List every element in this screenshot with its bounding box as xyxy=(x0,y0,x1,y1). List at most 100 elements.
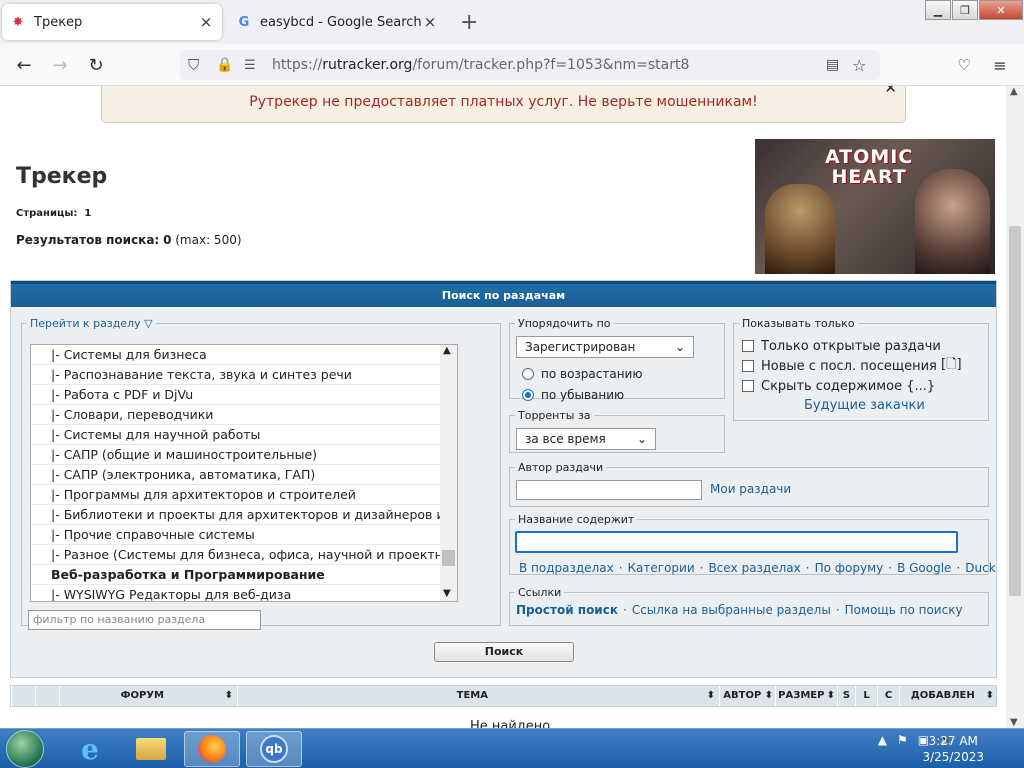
ad-banner[interactable]: ATOMIC HEART xyxy=(755,139,995,274)
empty-results-text: Не найдено xyxy=(470,719,551,728)
pages-info: Страницы: 1 xyxy=(16,208,92,219)
scrollbar-thumb[interactable] xyxy=(442,550,455,566)
sort-select[interactable]: Зарегистрирован ⌄ xyxy=(516,336,694,358)
start-button[interactable] xyxy=(6,730,44,768)
forward-icon[interactable]: → xyxy=(48,53,72,77)
scope-categories-link[interactable]: Категории xyxy=(628,561,695,575)
action-center-flag-icon[interactable]: ⚑ xyxy=(897,733,908,747)
new-since-checkbox[interactable]: Новые с посл. посещения [🗋] xyxy=(742,356,962,376)
forum-list-item[interactable]: |- Распознавание текста, звука и синтез … xyxy=(31,365,457,385)
internet-explorer-icon[interactable]: e xyxy=(62,731,118,767)
url-text[interactable]: https://rutracker.org/forum/tracker.php?… xyxy=(272,57,689,73)
col-size[interactable]: РАЗМЕР ⬍ xyxy=(775,686,837,706)
firefox-icon[interactable] xyxy=(184,731,240,767)
forum-list-item[interactable]: |- Прочие справочные системы xyxy=(31,525,457,545)
hide-content-checkbox[interactable]: Скрыть содержимое {...} xyxy=(742,376,935,396)
period-legend: Торренты за xyxy=(518,409,591,422)
forum-list-item[interactable]: |- Системы для бизнеса xyxy=(31,345,457,365)
close-window-icon[interactable]: ✕ xyxy=(979,0,1023,20)
author-input[interactable] xyxy=(516,480,702,500)
banner-figure-left xyxy=(765,184,835,274)
col-author[interactable]: АВТОР ⬍ xyxy=(719,686,775,706)
forum-list[interactable]: |- Системы для бизнеса |- Распознавание т… xyxy=(30,344,458,602)
sort-desc-radio[interactable]: по убыванию xyxy=(522,385,624,405)
forum-list-item[interactable]: |- САПР (общие и машиностроительные) xyxy=(31,445,457,465)
scope-all-sections-link[interactable]: Всех разделах xyxy=(708,561,800,575)
close-tab-icon[interactable]: × xyxy=(422,13,438,31)
minimize-icon[interactable]: ▁ xyxy=(925,0,951,20)
navigation-bar: ← → ↻ ⛉ 🔒 ☰ https://rutracker.org/forum/… xyxy=(0,44,1024,86)
close-tab-icon[interactable]: × xyxy=(198,13,214,31)
chevron-down-icon: ⌄ xyxy=(674,340,685,354)
scroll-up-icon[interactable]: ▲ xyxy=(443,345,451,356)
sort-legend: Упорядочить по xyxy=(518,317,611,330)
lock-icon[interactable]: 🔒 xyxy=(216,57,233,73)
forum-list-item[interactable]: |- САПР (электроника, автоматика, ГАП) xyxy=(31,465,457,485)
future-downloads-link[interactable]: Будущие закачки xyxy=(804,398,925,413)
col-seeders[interactable]: S xyxy=(837,686,855,706)
forum-list-item[interactable]: |- Разное (Системы для бизнеса, офиса, н… xyxy=(31,545,457,565)
forum-list-item[interactable]: |- Словари, переводчики xyxy=(31,405,457,425)
my-releases-link[interactable]: Мои раздачи xyxy=(710,482,791,496)
page-scrollbar-thumb[interactable] xyxy=(1009,226,1021,596)
title-search-input[interactable] xyxy=(515,531,958,553)
shield-icon[interactable]: ⛉ xyxy=(188,56,199,74)
scroll-up-icon[interactable]: ▲ xyxy=(1010,86,1018,97)
forum-category[interactable]: Веб-разработка и Программирование xyxy=(31,565,457,585)
title-fieldset: Название содержит В подразделах · Категори… xyxy=(509,513,996,575)
links-fieldset: Ссылки Простой поиск · Ссылка на выбранные… xyxy=(509,586,989,626)
rutracker-favicon-icon: ✸ xyxy=(12,14,24,30)
period-select[interactable]: за все время ⌄ xyxy=(516,428,656,450)
col-topic[interactable]: ТЕМА ⬍ xyxy=(237,686,719,706)
scope-subsections-link[interactable]: В подразделах xyxy=(519,561,614,575)
reader-view-icon[interactable]: ▤ xyxy=(826,57,839,73)
close-icon[interactable]: ✕ xyxy=(884,86,897,97)
bookmark-star-icon[interactable]: ☆ xyxy=(852,56,866,75)
forum-list-item[interactable]: |- Работа с PDF и DjVu xyxy=(31,385,457,405)
permissions-icon[interactable]: ☰ xyxy=(244,58,256,73)
simple-search-link[interactable]: Простой поиск xyxy=(516,603,618,617)
forum-list-item[interactable]: |- Библиотеки и проекты для архитекторов… xyxy=(31,505,457,525)
window-controls: ▁ ❐ ✕ xyxy=(924,0,1023,20)
clock[interactable]: 3:27 AM 3/25/2023 xyxy=(922,733,984,765)
selected-sections-link[interactable]: Ссылка на выбранные разделы xyxy=(632,603,831,617)
show-hidden-icons-icon[interactable]: ▲ xyxy=(878,733,887,747)
forum-list-item[interactable]: |- WYSIWYG Редакторы для веб-диза xyxy=(31,585,457,601)
reload-icon[interactable]: ↻ xyxy=(84,53,108,77)
qbittorrent-icon[interactable]: qb xyxy=(246,731,302,767)
new-tab-icon[interactable]: + xyxy=(460,10,478,35)
search-help-link[interactable]: Помощь по поиску xyxy=(845,603,963,617)
forum-list-item[interactable]: |- Системы для научной работы xyxy=(31,425,457,445)
triangle-down-icon: ▽ xyxy=(144,317,153,330)
page-title: Трекер xyxy=(16,164,108,189)
scroll-down-icon[interactable]: ▼ xyxy=(443,588,451,599)
menu-icon[interactable]: ≡ xyxy=(988,53,1012,77)
pocket-icon[interactable]: ♡ xyxy=(952,53,976,77)
file-explorer-icon[interactable] xyxy=(123,731,179,767)
forum-list-item[interactable]: |- Программы для архитекторов и строител… xyxy=(31,485,457,505)
forum-list-scrollbar[interactable]: ▲ ▼ xyxy=(440,345,457,601)
goto-section-link[interactable]: Перейти к разделу ▽ xyxy=(27,317,156,330)
only-open-checkbox[interactable]: Только открытые раздачи xyxy=(742,336,941,356)
col-leechers[interactable]: L xyxy=(855,686,877,706)
results-table-header: ФОРУМ ⬍ ТЕМА ⬍ АВТОР ⬍ РАЗМЕР ⬍ S L C ДОБА… xyxy=(10,685,997,707)
scope-duck-link[interactable]: Duck xyxy=(965,561,995,575)
sort-asc-radio[interactable]: по возрастанию xyxy=(522,364,642,384)
scope-forum-link[interactable]: По форуму xyxy=(815,561,884,575)
scope-google-link[interactable]: В Google xyxy=(897,561,951,575)
taskbar: e qb ▲ ⚑ ▣ 🔈 3:27 AM 3/25/2023 xyxy=(0,728,1024,768)
col-completed[interactable]: C xyxy=(877,686,899,706)
forum-filter-input[interactable]: фильтр по названию раздела xyxy=(28,610,261,630)
back-icon[interactable]: ← xyxy=(12,53,36,77)
maximize-icon[interactable]: ❐ xyxy=(952,0,978,20)
page-scrollbar[interactable]: ▲ ▼ xyxy=(1006,86,1024,728)
show-only-fieldset: Показывать только Только открытые раздач… xyxy=(733,317,989,421)
tab-google[interactable]: G easybcd - Google Search × xyxy=(228,4,446,40)
address-bar[interactable]: ⛉ 🔒 ☰ https://rutracker.org/forum/tracke… xyxy=(180,50,880,80)
forum-select-fieldset: Перейти к разделу ▽ |- Системы для бизне… xyxy=(21,317,501,630)
col-forum[interactable]: ФОРУМ ⬍ xyxy=(59,686,237,706)
scroll-down-icon[interactable]: ▼ xyxy=(1010,717,1018,728)
search-submit-button[interactable]: Поиск xyxy=(434,642,574,662)
tab-tracker[interactable]: ✸ Трекер × xyxy=(2,4,222,40)
col-added[interactable]: ДОБАВЛЕН ⬍ xyxy=(899,686,996,706)
